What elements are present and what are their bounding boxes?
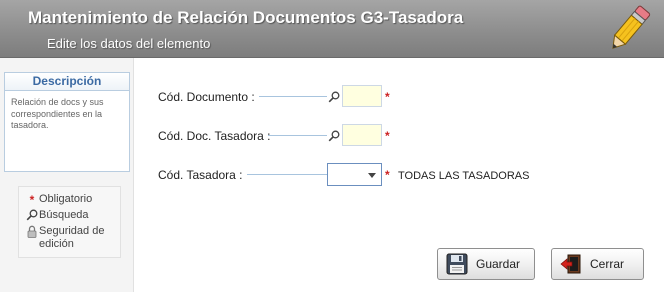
page-subtitle: Edite los datos del elemento xyxy=(47,36,211,51)
page-title: Mantenimiento de Relación Documentos G3-… xyxy=(28,8,464,27)
legend-required: * Obligatorio xyxy=(25,193,93,207)
description-text: Relación de docs y sus correspondientes … xyxy=(11,97,104,130)
header-bar: Mantenimiento de Relación Documentos G3-… xyxy=(0,0,664,58)
save-button-label: Guardar xyxy=(476,257,521,271)
cod-documento-label: Cód. Documento : xyxy=(158,90,255,104)
required-star-icon: * xyxy=(385,168,390,182)
left-panel: Descripción Relación de docs y sus corre… xyxy=(0,58,134,292)
legend-box: * Obligatorio Búsqueda Seguridad de edic… xyxy=(18,186,121,258)
search-icon[interactable] xyxy=(328,130,340,142)
cod-tasadora-leader xyxy=(247,174,327,175)
legend-security: Seguridad de edición xyxy=(25,225,117,251)
exit-door-icon xyxy=(560,254,581,274)
close-button-label: Cerrar xyxy=(590,257,625,271)
pencil-icon xyxy=(612,5,651,49)
cod-doc-tasadora-label: Cód. Doc. Tasadora : xyxy=(158,129,271,143)
legend-search: Búsqueda xyxy=(25,209,89,221)
floppy-disk-icon xyxy=(446,253,468,275)
close-button[interactable]: Cerrar xyxy=(551,248,644,280)
chevron-down-icon[interactable] xyxy=(368,173,376,178)
cod-documento-leader xyxy=(259,96,327,97)
cod-tasadora-select[interactable] xyxy=(327,163,382,186)
required-star-icon: * xyxy=(29,193,35,207)
description-title: Descripción xyxy=(5,73,129,91)
cod-documento-input[interactable] xyxy=(342,85,382,107)
cod-doc-tasadora-leader xyxy=(268,135,327,136)
required-star-icon: * xyxy=(385,90,390,104)
legend-required-label: Obligatorio xyxy=(39,193,93,205)
search-icon xyxy=(25,209,39,221)
search-icon[interactable] xyxy=(328,91,340,103)
legend-search-label: Búsqueda xyxy=(39,209,89,221)
required-star-icon: * xyxy=(385,129,390,143)
cod-tasadora-description: TODAS LAS TASADORAS xyxy=(398,170,530,182)
lock-icon xyxy=(25,225,39,238)
cod-tasadora-label: Cód. Tasadora : xyxy=(158,168,243,182)
cod-doc-tasadora-input[interactable] xyxy=(342,124,382,146)
description-box: Descripción Relación de docs y sus corre… xyxy=(4,72,130,172)
legend-security-label: Seguridad de edición xyxy=(39,225,105,250)
save-button[interactable]: Guardar xyxy=(437,248,535,280)
